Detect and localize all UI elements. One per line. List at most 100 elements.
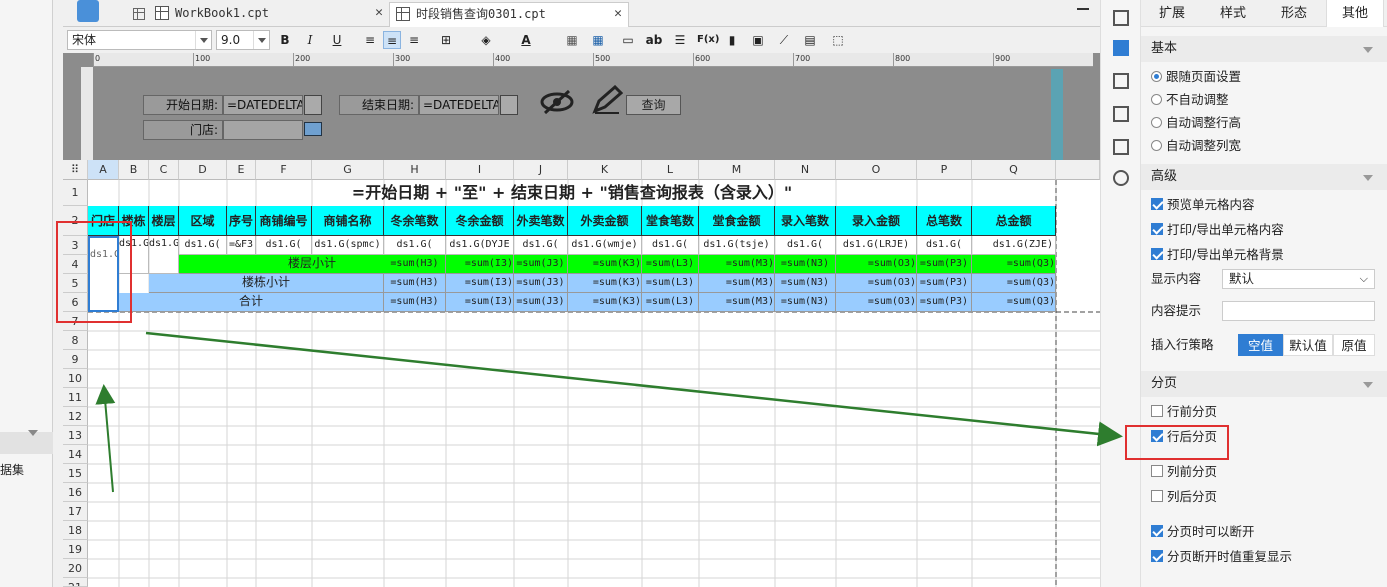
col-header[interactable]: D: [179, 160, 227, 180]
dropdown-icon[interactable]: [304, 122, 322, 136]
tab-expand[interactable]: 扩展: [1143, 0, 1201, 27]
header-cell[interactable]: 录入笔数: [775, 206, 836, 236]
data-cell[interactable]: ds1.G(: [179, 236, 227, 255]
check-preview-content[interactable]: 预览单元格内容: [1151, 197, 1255, 213]
col-header[interactable]: B: [119, 160, 149, 180]
radio-follow-page[interactable]: 跟随页面设置: [1151, 69, 1241, 85]
header-cell[interactable]: 序号: [227, 206, 256, 236]
building-sum-cell[interactable]: =sum(H3): [384, 274, 446, 293]
total-sum-cell[interactable]: =sum(M3): [699, 293, 775, 312]
section-advanced[interactable]: 高级: [1141, 164, 1387, 190]
total-sum-cell[interactable]: =sum(O3): [836, 293, 917, 312]
row-header[interactable]: 1: [63, 180, 88, 206]
header-cell[interactable]: 外卖笔数: [514, 206, 568, 236]
report-title[interactable]: =开始日期 + "至" + 结束日期 + "销售查询报表（含录入）": [88, 180, 1056, 206]
tab-other[interactable]: 其他: [1326, 0, 1384, 27]
font-family-select[interactable]: 宋体: [67, 30, 212, 50]
data-cell[interactable]: ds1.G(ZJE): [972, 236, 1056, 255]
floor-sum-cell[interactable]: =sum(H3): [384, 255, 446, 274]
grand-total-label[interactable]: 合计: [119, 293, 384, 312]
row-header[interactable]: 19: [63, 540, 88, 559]
cell-c3-floor[interactable]: ds1.G(: [149, 236, 179, 274]
data-cell[interactable]: ds1.G(wmje): [568, 236, 642, 255]
hidden-eye-icon[interactable]: [539, 89, 575, 115]
link-icon[interactable]: [1113, 170, 1129, 186]
check-page-repeat-value[interactable]: 分页断开时值重复显示: [1151, 549, 1292, 565]
left-panel-header[interactable]: [0, 432, 53, 454]
condition-icon[interactable]: [1113, 73, 1129, 89]
tab-menu-icon[interactable]: [1077, 8, 1089, 18]
col-header-empty[interactable]: [1056, 160, 1100, 180]
align-center-icon[interactable]: ≡: [383, 31, 401, 49]
total-sum-cell[interactable]: =sum(J3): [514, 293, 568, 312]
grid-icon[interactable]: [133, 8, 145, 20]
row-header[interactable]: 15: [63, 464, 88, 483]
total-sum-cell[interactable]: =sum(P3): [917, 293, 972, 312]
image-icon[interactable]: ▣: [749, 31, 767, 49]
row-header[interactable]: 14: [63, 445, 88, 464]
col-header[interactable]: Q: [972, 160, 1056, 180]
building-subtotal-label[interactable]: 楼栋小计: [149, 274, 384, 293]
floor-sum-cell[interactable]: =sum(P3): [917, 255, 972, 274]
radio-no-auto[interactable]: 不自动调整: [1151, 92, 1229, 108]
query-button[interactable]: 查询: [626, 95, 681, 115]
subreport-icon[interactable]: ▤: [801, 31, 819, 49]
chart-icon[interactable]: ▮: [723, 31, 741, 49]
row-header[interactable]: 12: [63, 407, 88, 426]
tab-style[interactable]: 样式: [1204, 0, 1262, 27]
col-header[interactable]: P: [917, 160, 972, 180]
floor-sum-cell[interactable]: =sum(J3): [514, 255, 568, 274]
app-logo-icon[interactable]: [77, 0, 99, 22]
check-page-after-col[interactable]: 列后分页: [1151, 489, 1217, 505]
data-cell[interactable]: ds1.G(: [256, 236, 312, 255]
col-header[interactable]: J: [514, 160, 568, 180]
floor-sum-cell[interactable]: =sum(K3): [568, 255, 642, 274]
font-size-select[interactable]: 9.0: [216, 30, 270, 50]
end-date-input[interactable]: =DATEDELTA: [419, 95, 499, 115]
close-icon[interactable]: ✕: [375, 2, 383, 24]
header-cell[interactable]: 总金额: [972, 206, 1056, 236]
row-header[interactable]: 18: [63, 521, 88, 540]
header-cell[interactable]: 商铺名称: [312, 206, 384, 236]
floor-sum-cell[interactable]: =sum(M3): [699, 255, 775, 274]
data-cell[interactable]: ds1.G(: [775, 236, 836, 255]
total-sum-cell[interactable]: =sum(N3): [775, 293, 836, 312]
calendar-icon[interactable]: [304, 95, 322, 115]
col-header[interactable]: K: [568, 160, 642, 180]
tab-workbook1[interactable]: WorkBook1.cpt ✕: [149, 2, 389, 27]
row-header[interactable]: 10: [63, 369, 88, 388]
header-cell[interactable]: 区域: [179, 206, 227, 236]
building-sum-cell[interactable]: =sum(P3): [917, 274, 972, 293]
total-sum-cell[interactable]: =sum(H3): [384, 293, 446, 312]
header-cell[interactable]: 堂食金额: [699, 206, 775, 236]
data-cell[interactable]: ds1.G(: [384, 236, 446, 255]
total-sum-cell[interactable]: =sum(Q3): [972, 293, 1056, 312]
header-cell[interactable]: 堂食笔数: [642, 206, 699, 236]
building-sum-cell[interactable]: =sum(J3): [514, 274, 568, 293]
col-header[interactable]: G: [312, 160, 384, 180]
content-hint-input[interactable]: [1222, 301, 1375, 321]
header-cell[interactable]: 录入金额: [836, 206, 917, 236]
header-cell[interactable]: 冬余笔数: [384, 206, 446, 236]
total-sum-cell[interactable]: =sum(L3): [642, 293, 699, 312]
slash-icon[interactable]: ⟋: [775, 31, 793, 49]
col-header[interactable]: F: [256, 160, 312, 180]
underline-icon[interactable]: U: [328, 31, 346, 49]
row-header[interactable]: 13: [63, 426, 88, 445]
data-cell[interactable]: ds1.G(tsje): [699, 236, 775, 255]
start-date-input[interactable]: =DATEDELTA: [223, 95, 303, 115]
table-icon[interactable]: ▦: [589, 31, 607, 49]
close-icon[interactable]: ✕: [614, 3, 622, 25]
border-icon[interactable]: ⊞: [437, 31, 455, 49]
store-select[interactable]: [223, 120, 303, 140]
total-sum-cell[interactable]: =sum(I3): [446, 293, 514, 312]
insert-default-option[interactable]: 默认值: [1283, 334, 1333, 356]
cell-attr-icon[interactable]: [1113, 10, 1129, 26]
calendar-icon[interactable]: [500, 95, 518, 115]
radio-auto-col-width[interactable]: 自动调整列宽: [1151, 138, 1241, 154]
tab-form[interactable]: 形态: [1265, 0, 1323, 27]
row-header[interactable]: 9: [63, 350, 88, 369]
formula-icon[interactable]: F(x): [697, 31, 719, 49]
fill-color-icon[interactable]: ◈: [477, 31, 495, 49]
floor-sum-cell[interactable]: =sum(O3): [836, 255, 917, 274]
